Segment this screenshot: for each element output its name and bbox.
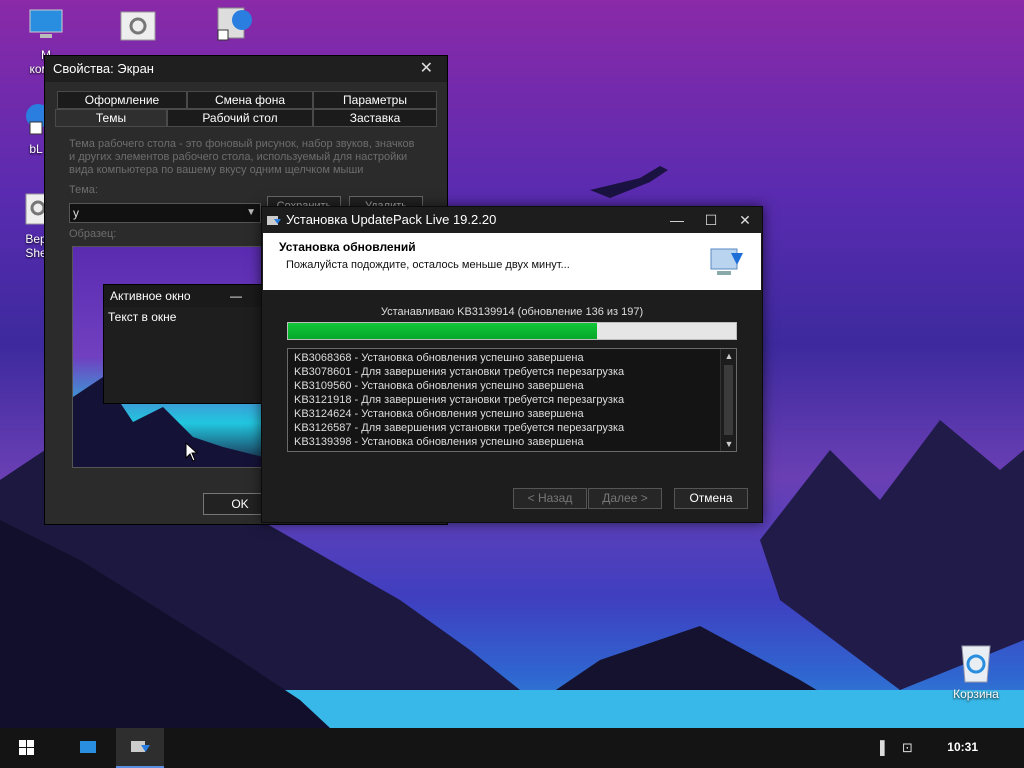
taskbar-display-properties[interactable] [64,728,112,768]
theme-select[interactable]: у ▼ [69,203,261,223]
header-title: Установка обновлений [279,240,416,254]
recycle-bin-icon [961,645,991,683]
mouse-cursor-icon [185,442,199,462]
close-icon[interactable]: ✕ [728,207,762,233]
log-item: KB3124624 - Установка обновления успешно… [294,408,584,420]
tray-clock[interactable]: 10:31 [947,740,978,754]
desktop-icon-recycle-bin[interactable]: Корзина [946,640,1006,701]
log-item: KB3121918 - Для завершения установки тре… [294,394,625,406]
app-shortcut-icon [212,4,252,44]
sample-window-titlebar: Активное окно — [104,285,262,307]
tab-screensaver[interactable]: Заставка [313,109,437,127]
header-subtitle: Пожалуйста подождите, осталось меньше дв… [286,259,570,271]
installer-header: Установка обновлений Пожалуйста подождит… [263,233,761,290]
window-title: Свойства: Экран [53,61,154,76]
sample-label: Образец: [69,228,117,240]
minimize-icon: — [230,289,242,303]
log-item: KB3126587 - Для завершения установки тре… [294,422,625,434]
sample-window-text: Текст в окне [108,310,177,324]
minimize-icon[interactable]: — [660,207,694,233]
tab-change-background[interactable]: Смена фона [187,91,313,109]
installer-app-icon [266,212,282,228]
themes-description: Тема рабочего стола - это фоновый рисуно… [69,138,415,176]
log-item: KB3078601 - Для завершения установки тре… [294,366,625,378]
gear-icon [118,6,158,46]
progress-fill [288,323,598,339]
installer-title: Установка UpdatePack Live 19.2.20 [286,212,497,227]
scroll-down-icon[interactable]: ▼ [721,439,737,449]
installer-app-icon [131,741,150,752]
install-progress-bar [287,322,737,340]
cancel-button[interactable]: Отмена [674,488,748,509]
window-titlebar[interactable]: Свойства: Экран ✕ [45,56,447,82]
tab-themes[interactable]: Темы [55,109,167,127]
monitor-icon [26,6,66,46]
log-item: KB3109560 - Установка обновления успешно… [294,380,584,392]
next-button[interactable]: Далее > [588,488,662,509]
scroll-up-icon[interactable]: ▲ [721,351,737,361]
recycle-bin-label: Корзина [953,687,999,701]
install-log-list[interactable]: KB3068368 - Установка обновления успешно… [287,348,737,452]
theme-select-value: у [73,206,79,220]
chevron-down-icon: ▼ [246,207,256,218]
log-items: KB3068368 - Установка обновления успешно… [288,349,736,451]
install-status-text: Устанавливаю KB3139914 (обновление 136 и… [380,306,644,318]
tab-parameters[interactable]: Параметры [313,91,437,109]
windows-logo-icon [19,740,34,755]
taskbar: ▌ ⊡ 10:31 [0,728,1024,768]
tab-desktop[interactable]: Рабочий стол [167,109,313,127]
close-icon[interactable]: ✕ [420,56,433,82]
log-item: KB3139398 - Установка обновления успешно… [294,436,584,448]
tray-flag-icon[interactable]: ▌ [880,740,889,755]
start-button[interactable] [2,728,50,768]
log-scrollbar[interactable]: ▲ ▼ [720,349,736,451]
maximize-icon[interactable]: ☐ [694,207,728,233]
installer-titlebar[interactable]: Установка UpdatePack Live 19.2.20 — ☐ ✕ [262,207,762,233]
sample-active-window: Активное окно — Текст в окне [103,284,263,404]
update-icon [707,241,747,281]
tray-network-icon[interactable]: ⊡ [902,740,913,756]
scroll-thumb[interactable] [724,365,733,435]
tab-appearance[interactable]: Оформление [57,91,187,109]
desktop-icon-settings[interactable] [106,6,170,48]
desktop-icon-shortcut[interactable] [200,4,264,46]
taskbar-installer[interactable] [116,728,164,768]
installer-window[interactable]: Установка UpdatePack Live 19.2.20 — ☐ ✕ … [261,206,763,523]
theme-label: Тема: [69,184,98,196]
sample-window-title: Активное окно [110,289,191,303]
log-item: KB3068368 - Установка обновления успешно… [294,352,584,364]
monitor-icon [80,741,96,753]
back-button[interactable]: < Назад [513,488,587,509]
